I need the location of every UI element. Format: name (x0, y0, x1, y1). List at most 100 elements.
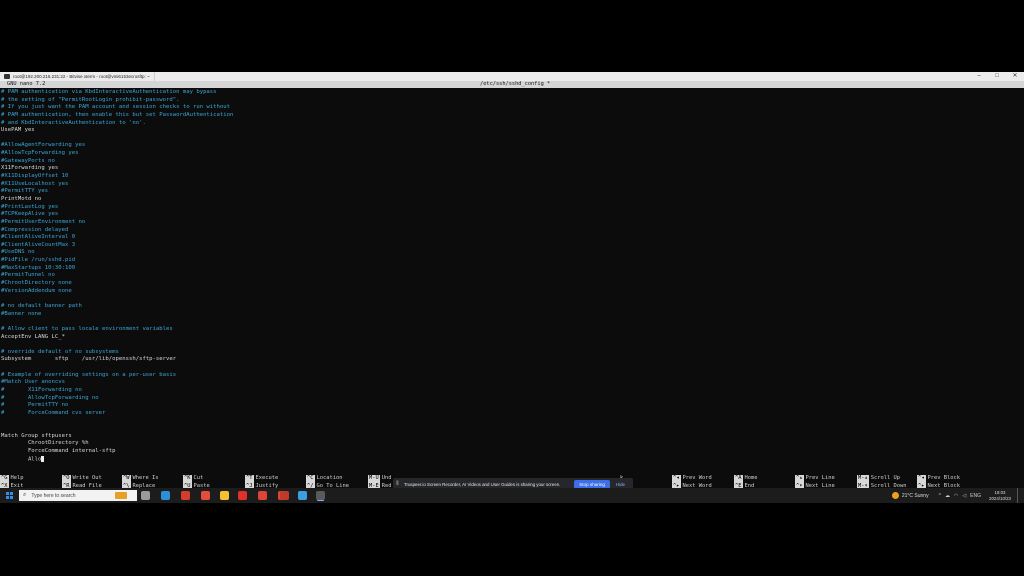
code-line: AcceptEnv LANG LC_* (1, 334, 233, 342)
code-line-text: #MaxStartups 10:30:100 (1, 264, 76, 271)
code-line: #TCPKeepAlive yes (1, 211, 233, 219)
shortcut-label: Location (316, 475, 343, 481)
code-line: X11Forwarding yes (1, 165, 233, 173)
shortcut-row: ^K Cut (183, 475, 210, 483)
tray-icons: ^ ☁ ◠ ◁ ENG (939, 493, 981, 499)
shortcut-label: Scroll Up (870, 475, 900, 481)
code-line-text: ForceCommand internal-sftp (1, 448, 116, 455)
minimize-button[interactable]: – (970, 72, 988, 81)
chrome-alt-icon[interactable] (258, 491, 267, 500)
code-line: # no default banner path (1, 303, 233, 311)
search-highlight-icon (115, 492, 127, 499)
chevron-up-icon[interactable]: ^ (939, 493, 941, 499)
task-view-icon[interactable] (141, 491, 150, 500)
code-line: # If you just want the PAM account and s… (1, 104, 233, 112)
code-line-text: #PermitTunnel no (1, 272, 55, 279)
window-controls: – □ ✕ (970, 72, 1024, 81)
code-line-text: Subsystem sftp /usr/lib/openssh/sftp-ser… (1, 356, 177, 363)
code-line-text: # AllowTcpForwarding no (1, 394, 99, 401)
terminal-area[interactable]: GNU nano 7.2 /etc/ssh/sshd_config * # PA… (0, 81, 1024, 490)
code-line-text: #ClientAliveCountMax 3 (1, 241, 76, 248)
code-line: #PidFile /run/sshd.pid (1, 257, 233, 265)
code-line-text: #Match User anoncvs (1, 379, 65, 386)
shortcut-key: ^T (245, 475, 254, 483)
terminal-window: root@192.200.216.231:22 - Bitvise xterm … (0, 72, 1024, 490)
show-desktop-button[interactable] (1017, 488, 1024, 503)
code-line-text: # no default banner path (1, 302, 82, 309)
code-line-text: #ChrootDirectory none (1, 280, 72, 287)
shortcut-row: ^T Execute (245, 475, 278, 483)
shortcut-key: ^A (734, 475, 743, 483)
search-icon: ⌕ (23, 492, 27, 498)
code-line-text: # X11Forwarding no (1, 386, 82, 393)
tab-ssh-session[interactable]: root@192.200.216.231:22 - Bitvise xterm … (0, 72, 155, 81)
edge-icon[interactable] (161, 491, 170, 500)
code-line: #AllowTcpForwarding yes (1, 150, 233, 158)
code-line-text: # Allow client to pass locale environmen… (1, 325, 173, 332)
language-indicator[interactable]: ENG (970, 493, 981, 499)
title-bar: root@192.200.216.231:22 - Bitvise xterm … (0, 72, 1024, 81)
code-line-text: #GatewayPorts no (1, 157, 55, 164)
shortcut-row: M-U Und (368, 475, 392, 483)
code-line-text: #PermitUserEnvironment no (1, 218, 86, 225)
wifi-icon[interactable]: ◠ (954, 493, 958, 499)
shortcut-label: Prev Block (927, 475, 960, 481)
code-line-text: #PidFile /run/sshd.pid (1, 257, 76, 264)
terminal-icon[interactable] (316, 491, 325, 500)
shortcut-row: ^▴ Prev Line (795, 475, 835, 483)
code-line: UsePAM yes (1, 127, 233, 135)
acrobat-icon[interactable] (238, 491, 247, 500)
clock[interactable]: 18:03 2024/10/23 (989, 490, 1011, 502)
share-message: Truspeer.io Screen Recorder, AI Videos a… (404, 481, 561, 487)
code-line-text: UsePAM yes (1, 127, 35, 134)
code-line: #PermitUserEnvironment no (1, 219, 233, 227)
code-line-text: # override default of no subsystems (1, 348, 119, 355)
code-line: # and KbdInteractiveAuthentication to 'n… (1, 120, 233, 128)
code-line: # override default of no subsystems (1, 349, 233, 357)
code-line-text: #X11DisplayOffset 10 (1, 173, 69, 180)
chrome-icon[interactable] (181, 491, 190, 500)
code-line: #Compression delayed (1, 227, 233, 235)
network-icon[interactable] (298, 491, 307, 500)
file-content[interactable]: # PAM authentication via KbdInteractiveA… (1, 89, 233, 463)
code-line: # ForceCommand cvs server (1, 410, 233, 418)
code-line: Allo (1, 455, 233, 464)
code-line: #PrintLastLog yes (1, 204, 233, 212)
file-name: /etc/ssh/sshd_config * (480, 81, 551, 87)
windows-start-icon[interactable] (6, 492, 13, 499)
shortcut-label: Prev Line (805, 475, 835, 481)
weather-text: 21°C Sunny (901, 492, 929, 499)
shortcut-label: Prev Word (682, 475, 712, 481)
shortcut-row: ^A Home (734, 475, 757, 483)
code-line: #GatewayPorts no (1, 158, 233, 166)
shortcut-row: ^O Write Out (62, 475, 102, 483)
cloud-icon[interactable]: ☁ (945, 493, 950, 499)
code-line: Match Group sftpusers (1, 433, 233, 441)
shortcut-label: Where Is (132, 475, 159, 481)
drag-handle-icon[interactable]: ⦀ (396, 481, 401, 488)
code-line-text: #UseDNS no (1, 249, 35, 256)
code-line-text: # PermitTTY no (1, 402, 69, 409)
app-icon[interactable] (280, 491, 289, 500)
code-line: #ClientAliveCountMax 3 (1, 242, 233, 250)
code-line-text: #AllowAgentForwarding yes (1, 142, 86, 149)
volume-icon[interactable]: ◁ (962, 493, 966, 499)
maximize-button[interactable]: □ (988, 72, 1006, 81)
weather-widget[interactable]: 21°C Sunny (891, 492, 929, 499)
hide-link[interactable]: Hide (616, 482, 625, 487)
code-line: #PermitTTY yes (1, 188, 233, 196)
nano-version: GNU nano 7.2 (7, 81, 46, 87)
close-button[interactable]: ✕ (1006, 72, 1024, 81)
code-line: #X11UseLocalhost yes (1, 181, 233, 189)
code-line-text: Match Group sftpusers (1, 432, 72, 439)
code-line: ChrootDirectory %h (1, 440, 233, 448)
chrome-profile-icon[interactable] (201, 491, 210, 500)
file-explorer-icon[interactable] (220, 491, 229, 500)
code-line: #Banner none (1, 311, 233, 319)
code-line: # Example of overriding settings on a pe… (1, 372, 233, 380)
taskbar-search-box[interactable]: ⌕ Type here to search (19, 490, 137, 501)
